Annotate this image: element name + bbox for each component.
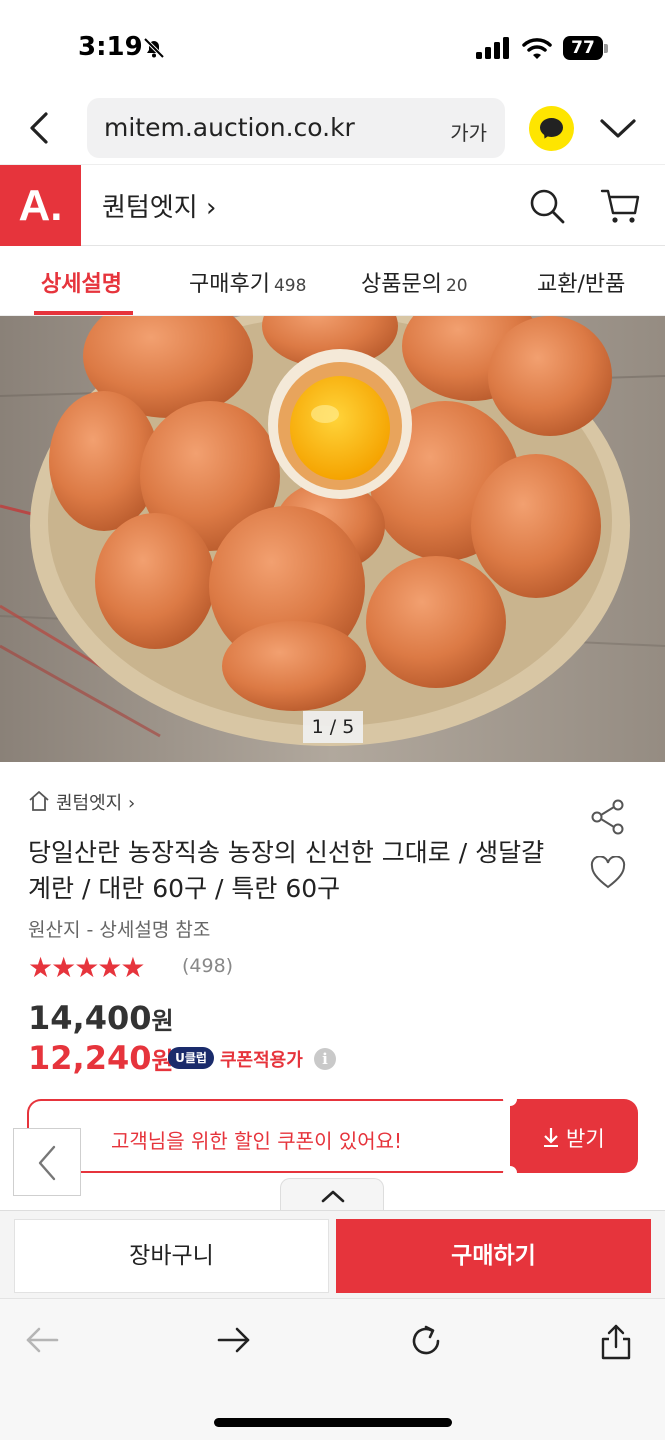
uclub-badge: U클럽 [168,1047,214,1069]
sale-price-value: 12,240 [28,1039,152,1077]
tab-count: 498 [273,276,307,296]
rating-stars: ★★★★★ [28,951,146,984]
url-bar[interactable]: mitem.auction.co.kr 가가 [87,98,505,158]
wifi-icon [522,38,552,59]
coupon-notch-top [503,1092,517,1106]
store-link[interactable]: 퀀텀엣지 › [28,789,135,815]
browser-forward-icon[interactable] [216,1323,252,1357]
origin-info: 원산지 - 상세설명 참조 [28,919,211,941]
add-to-cart-button[interactable]: 장바구니 [14,1219,329,1293]
floating-back-button[interactable] [13,1128,81,1196]
tab-label: 구매후기 [189,272,270,297]
eggs-in-basket-photo [0,316,665,762]
product-tabs: 상세설명 구매후기 498 상품문의 20 교환/반품 [0,246,665,316]
cellular-signal-icon [476,37,509,59]
coupon-banner-text: 고객님을 위한 할인 쿠폰이 있어요! [111,1129,403,1153]
tab-count: 20 [445,276,468,296]
image-pager: 1 / 5 [303,711,363,743]
share-icon[interactable] [590,799,626,835]
battery-tip [604,44,608,53]
buy-now-button[interactable]: 구매하기 [336,1219,651,1293]
home-indicator [214,1418,452,1427]
coupon-notch-bottom [503,1166,517,1180]
tab-exchange-return[interactable]: 교환/반품 [537,266,625,298]
chevron-down-icon[interactable] [598,112,638,144]
active-tab-indicator [34,311,133,315]
auction-logo[interactable]: A. [0,165,81,246]
bell-slash-icon [143,37,165,59]
purchase-bar: 장바구니 구매하기 [0,1210,665,1298]
info-icon[interactable]: i [314,1048,336,1070]
chevron-left-icon [38,1145,56,1181]
tab-label: 상품문의 [361,272,442,297]
original-price-value: 14,400 [28,999,152,1037]
tab-label: 교환/반품 [537,272,626,297]
battery-indicator: 77 [563,36,603,60]
sale-price: 12,240원 [28,1039,174,1077]
tab-label: 상세설명 [41,272,122,297]
browser-toolbar [0,1298,665,1440]
tab-detail[interactable]: 상세설명 [41,266,122,298]
expand-options-tab[interactable] [280,1178,384,1212]
shop-name-link[interactable]: 퀀텀엣지 › [102,187,216,224]
currency-unit: 원 [151,1007,174,1035]
url-text: mitem.auction.co.kr [104,113,355,142]
coupon-price-label: 쿠폰적용가 [220,1050,303,1071]
site-header: A. 퀀텀엣지 › [0,164,665,246]
coupon-banner[interactable]: 고객님을 위한 할인 쿠폰이 있어요! [27,1099,511,1173]
text-size-button[interactable]: 가가 [450,117,487,146]
receive-coupon-label: 받기 [566,1127,605,1151]
search-icon[interactable] [528,187,566,225]
download-arrow-icon [544,1128,558,1147]
reload-icon[interactable] [408,1323,444,1359]
original-price: 14,400원 [28,999,174,1037]
receive-coupon-button[interactable]: 받기 [510,1099,638,1173]
cart-icon[interactable] [600,187,642,225]
kakao-talk-button[interactable] [529,106,574,151]
chevron-up-icon [321,1190,345,1203]
product-title: 당일산란 농장직송 농장의 신선한 그대로 / 생달걀 계란 / 대란 60구 … [28,838,545,903]
share-page-icon[interactable] [598,1323,634,1361]
store-link-label: 퀀텀엣지 › [56,793,136,814]
review-count[interactable]: (498) [182,955,233,977]
status-bar: 3:19 77 [0,0,665,96]
tab-reviews[interactable]: 구매후기 498 [189,266,306,298]
heart-icon[interactable] [590,856,626,890]
tab-inquiries[interactable]: 상품문의 20 [361,266,468,298]
product-image-carousel[interactable] [0,316,665,762]
status-time: 3:19 [78,32,143,62]
browser-back-icon[interactable] [24,1323,60,1357]
browser-address-row: mitem.auction.co.kr 가가 [0,96,665,164]
back-chevron-icon[interactable] [22,108,58,148]
